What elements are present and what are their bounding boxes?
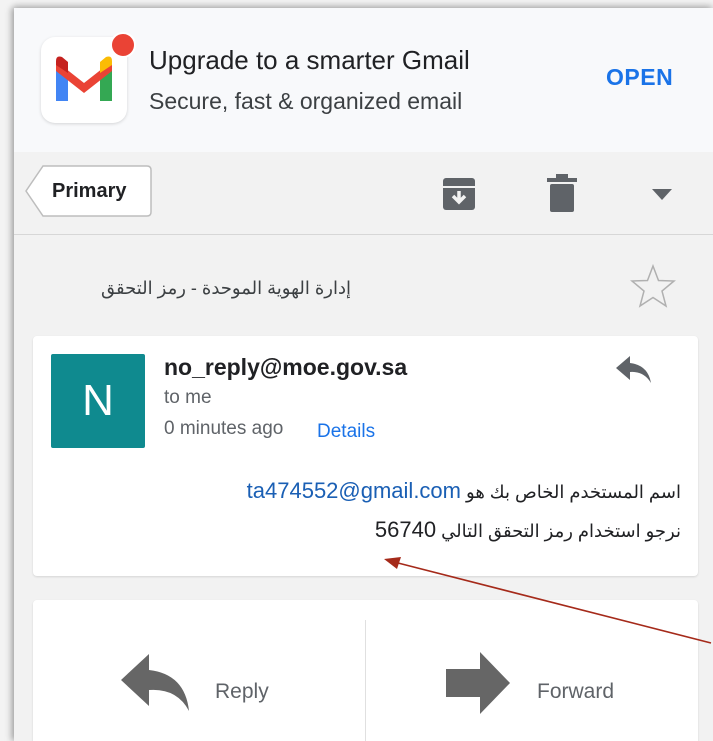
archive-icon[interactable] <box>442 177 476 211</box>
reply-button[interactable]: Reply <box>33 600 365 741</box>
sender-avatar: N <box>51 354 145 448</box>
verification-code: 56740 <box>374 517 437 542</box>
body-code-text: نرجو استخدام رمز التحقق التالي <box>441 521 681 541</box>
open-button[interactable]: OPEN <box>606 64 673 91</box>
body-username-line: اسم المستخدم الخاص بك هو ta474552@gmail.… <box>247 478 681 504</box>
star-icon[interactable] <box>630 264 676 308</box>
more-dropdown-icon[interactable] <box>652 189 672 200</box>
primary-label: Primary <box>52 180 127 202</box>
forward-label: Forward <box>537 680 615 703</box>
forward-arrow-icon <box>446 652 510 714</box>
reply-arrow-icon <box>121 654 189 711</box>
reply-icon[interactable] <box>616 356 652 384</box>
reply-label: Reply <box>215 680 269 703</box>
forward-button[interactable]: Forward <box>366 600 698 741</box>
promo-title: Upgrade to a smarter Gmail <box>149 45 470 75</box>
username-email-link[interactable]: ta474552@gmail.com <box>247 478 461 503</box>
email-subject: إدارة الهوية الموحدة - رمز التحقق <box>101 278 351 298</box>
message-card: N no_reply@moe.gov.sa to me 0 minutes ag… <box>33 336 698 576</box>
details-link[interactable]: Details <box>317 421 375 443</box>
body-code-line: نرجو استخدام رمز التحقق التالي 56740 <box>375 517 681 543</box>
upgrade-banner: Upgrade to a smarter Gmail Secure, fast … <box>14 8 713 153</box>
body-username-text: اسم المستخدم الخاص بك هو <box>466 482 681 502</box>
recipient-label[interactable]: to me <box>164 387 212 409</box>
toolbar: Primary <box>14 152 713 235</box>
sender-address: no_reply@moe.gov.sa <box>164 354 408 380</box>
email-screen: Upgrade to a smarter Gmail Secure, fast … <box>14 8 713 741</box>
notification-dot <box>110 32 136 58</box>
trash-icon[interactable] <box>547 174 577 212</box>
timestamp: 0 minutes ago <box>164 418 284 439</box>
actions-card: Reply Forward <box>33 600 698 741</box>
promo-subtitle: Secure, fast & organized email <box>149 88 463 114</box>
